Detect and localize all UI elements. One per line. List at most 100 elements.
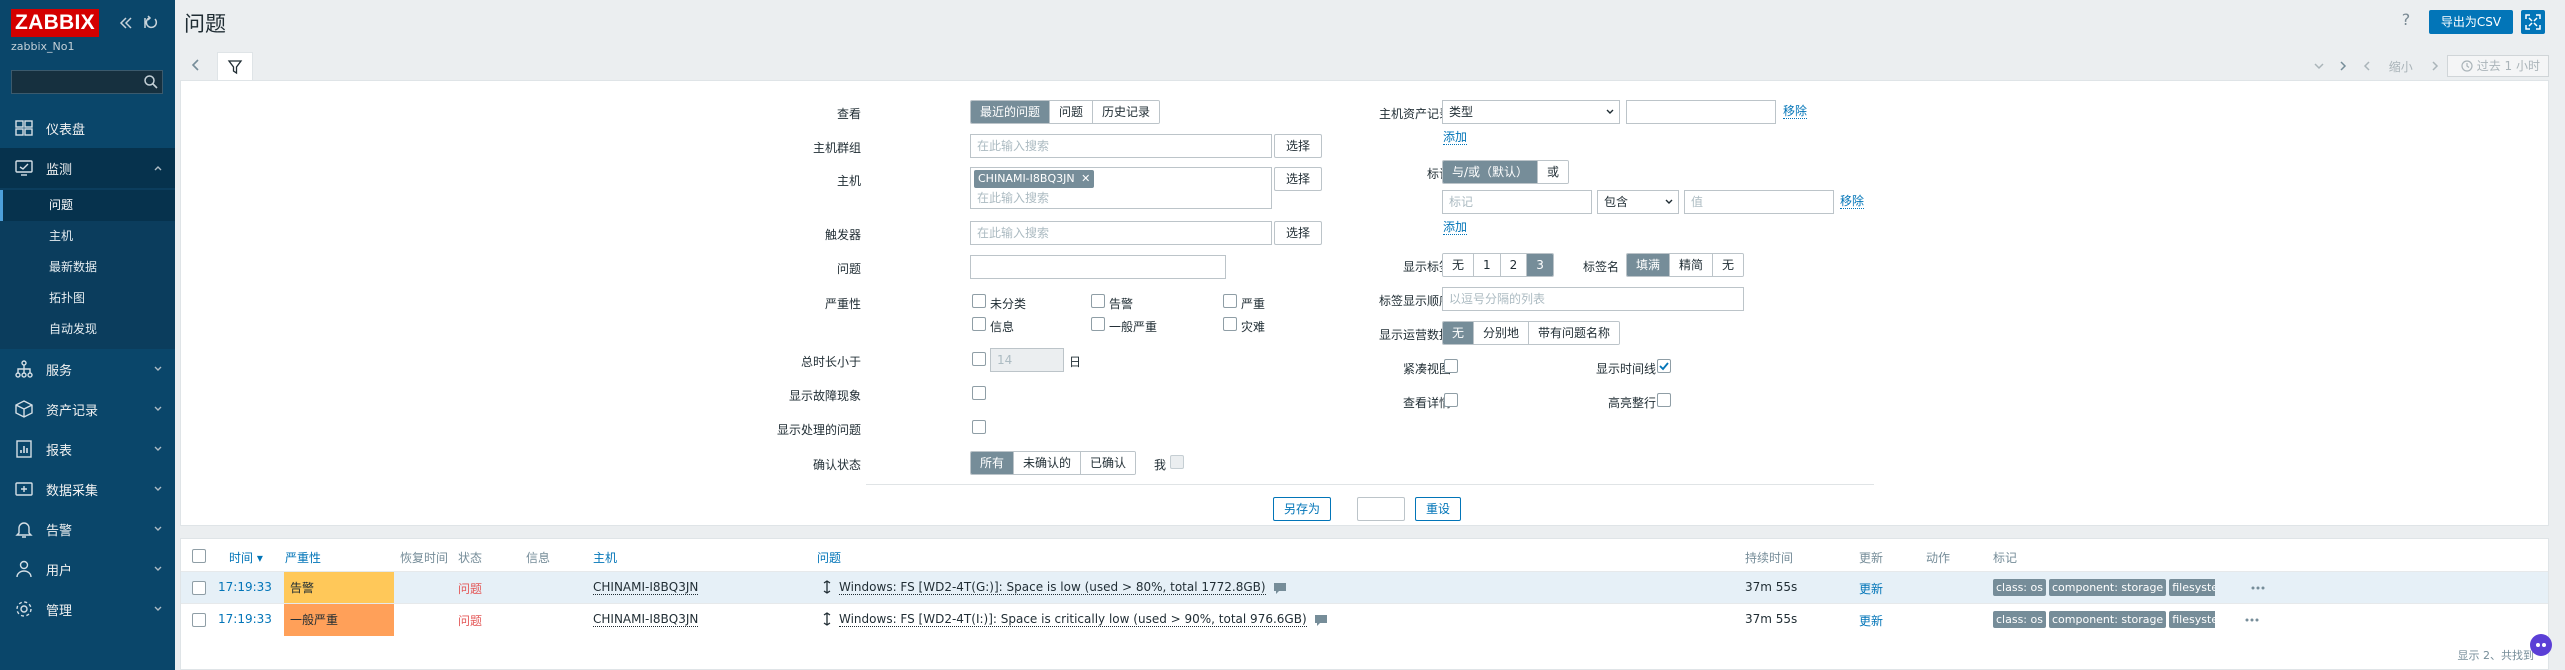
- tag-value-input[interactable]: 值: [1684, 190, 1834, 214]
- menu-item-data-collection[interactable]: 数据采集: [0, 469, 175, 509]
- tag-add-link[interactable]: 添加: [1443, 221, 1468, 235]
- remove-chip-icon[interactable]: ✕: [1081, 172, 1090, 185]
- highlight-row-checkbox[interactable]: [1657, 393, 1671, 407]
- tag-badge[interactable]: filesystem: G:: [2169, 579, 2215, 596]
- tags-eval-and-or[interactable]: 与/或（默认）: [1443, 161, 1539, 183]
- select-all-checkbox[interactable]: [192, 549, 206, 563]
- tags-eval-or[interactable]: 或: [1538, 161, 1569, 183]
- tag-remove-link[interactable]: 移除: [1840, 195, 1865, 209]
- show-symptoms-checkbox[interactable]: [972, 386, 986, 400]
- tag-badge[interactable]: component: storage: [2048, 611, 2167, 628]
- tag-operator-select[interactable]: 包含: [1597, 190, 1679, 214]
- menu-item-administration[interactable]: 管理: [0, 589, 175, 629]
- submenu-item-latest-data[interactable]: 最新数据: [0, 252, 175, 283]
- row-checkbox[interactable]: [192, 581, 206, 595]
- show-tags-3[interactable]: 3: [1527, 254, 1553, 276]
- hide-sidebar-icon[interactable]: [142, 15, 158, 31]
- show-option-problems[interactable]: 问题: [1050, 101, 1094, 123]
- menu-item-users[interactable]: 用户: [0, 549, 175, 589]
- severity-checkbox[interactable]: [1223, 317, 1237, 331]
- row-time-link[interactable]: 17:19:33: [218, 612, 272, 626]
- chevron-right-icon[interactable]: [2336, 59, 2350, 73]
- search-icon[interactable]: [143, 74, 159, 90]
- problem-link[interactable]: Windows: FS [WD2-4T(I:)]: Space is criti…: [839, 612, 1328, 627]
- tag-name-none[interactable]: 无: [1713, 254, 1744, 276]
- chevron-left-icon[interactable]: [188, 57, 204, 73]
- column-header-severity[interactable]: 严重性: [285, 549, 321, 566]
- submenu-item-hosts[interactable]: 主机: [0, 221, 175, 252]
- host-groups-input[interactable]: 在此输入搜索: [970, 134, 1272, 158]
- ack-option-ack[interactable]: 已确认: [1081, 452, 1136, 474]
- compact-view-checkbox[interactable]: [1444, 359, 1458, 373]
- problem-link[interactable]: Windows: FS [WD2-4T(G:)]: Space is low (…: [839, 580, 1287, 595]
- age-checkbox[interactable]: [972, 352, 986, 366]
- time-back-icon[interactable]: [2360, 59, 2374, 73]
- column-header-host[interactable]: 主机: [593, 549, 617, 566]
- more-tags-icon[interactable]: [2249, 579, 2267, 597]
- tab-filter[interactable]: [217, 52, 253, 82]
- zoom-out-button[interactable]: 缩小: [2389, 58, 2413, 75]
- inventory-remove-link[interactable]: 移除: [1783, 105, 1808, 119]
- tag-name-full[interactable]: 填满: [1627, 254, 1671, 276]
- triggers-select-button[interactable]: 选择: [1274, 221, 1322, 245]
- save-as-button[interactable]: 另存为: [1273, 497, 1331, 521]
- details-checkbox[interactable]: [1444, 393, 1458, 407]
- update-link[interactable]: 更新: [1859, 580, 1883, 597]
- hosts-select-button[interactable]: 选择: [1274, 167, 1322, 191]
- tag-priority-input[interactable]: 以逗号分隔的列表: [1442, 287, 1744, 311]
- update-link[interactable]: 更新: [1859, 612, 1883, 629]
- apply-button[interactable]: 应用: [1357, 497, 1405, 521]
- problem-input[interactable]: [970, 255, 1226, 279]
- ack-option-all[interactable]: 所有: [971, 452, 1015, 474]
- menu-item-reports[interactable]: 报表: [0, 429, 175, 469]
- menu-item-inventory[interactable]: 资产记录: [0, 389, 175, 429]
- kiosk-mode-button[interactable]: [2521, 10, 2545, 34]
- more-tags-icon[interactable]: [2243, 611, 2261, 629]
- age-days-input[interactable]: 14: [990, 348, 1064, 372]
- show-option-history[interactable]: 历史记录: [1093, 101, 1160, 123]
- column-header-time[interactable]: 时间 ▾: [229, 549, 263, 566]
- opdata-separately[interactable]: 分别地: [1474, 322, 1530, 344]
- severity-checkbox[interactable]: [972, 317, 986, 331]
- show-suppressed-checkbox[interactable]: [972, 420, 986, 434]
- chevron-down-icon[interactable]: [2312, 59, 2326, 73]
- zabbix-logo[interactable]: ZABBIX: [11, 9, 99, 37]
- menu-item-alerts[interactable]: 告警: [0, 509, 175, 549]
- ack-option-unack[interactable]: 未确认的: [1014, 452, 1082, 474]
- timeline-checkbox[interactable]: [1657, 359, 1671, 373]
- inventory-value-input[interactable]: [1626, 100, 1776, 124]
- tag-badge[interactable]: filesystem: I:: [2169, 611, 2215, 628]
- tag-badge[interactable]: component: storage: [2048, 579, 2167, 596]
- show-tags-2[interactable]: 2: [1500, 254, 1528, 276]
- host-groups-select-button[interactable]: 选择: [1274, 134, 1322, 158]
- triggers-input[interactable]: 在此输入搜索: [970, 221, 1272, 245]
- menu-item-services[interactable]: 服务: [0, 349, 175, 389]
- submenu-item-discovery[interactable]: 自动发现: [0, 314, 175, 345]
- row-checkbox[interactable]: [192, 613, 206, 627]
- show-tags-1[interactable]: 1: [1474, 254, 1501, 276]
- severity-checkbox[interactable]: [1091, 294, 1105, 308]
- show-option-recent[interactable]: 最近的问题: [971, 101, 1051, 123]
- time-range-button[interactable]: 过去 1 小时: [2446, 55, 2549, 77]
- tag-name-input[interactable]: 标记: [1442, 190, 1592, 214]
- inventory-add-link[interactable]: 添加: [1443, 131, 1468, 145]
- collapse-sidebar-icon[interactable]: [118, 15, 134, 31]
- severity-checkbox[interactable]: [972, 294, 986, 308]
- menu-item-monitoring[interactable]: 监测: [0, 148, 175, 188]
- opdata-none[interactable]: 无: [1443, 322, 1475, 344]
- tag-badge[interactable]: class: os: [1993, 611, 2046, 628]
- assistant-bubble-icon[interactable]: [2530, 634, 2552, 656]
- tag-badge[interactable]: class: os: [1993, 579, 2046, 596]
- reset-button[interactable]: 重设: [1415, 497, 1461, 521]
- export-csv-button[interactable]: 导出为CSV: [2429, 10, 2513, 34]
- host-link[interactable]: CHINAMI-I8BQ3JN: [593, 612, 699, 627]
- submenu-item-problems[interactable]: 问题: [0, 190, 175, 221]
- menu-item-dashboards[interactable]: 仪表盘: [0, 108, 175, 148]
- submenu-item-maps[interactable]: 拓扑图: [0, 283, 175, 314]
- comment-icon[interactable]: [1314, 614, 1328, 626]
- help-icon[interactable]: ?: [2397, 10, 2415, 29]
- opdata-with-name[interactable]: 带有问题名称: [1529, 322, 1620, 344]
- severity-checkbox[interactable]: [1091, 317, 1105, 331]
- inventory-field-select[interactable]: 类型: [1442, 100, 1620, 124]
- tag-name-short[interactable]: 精简: [1670, 254, 1714, 276]
